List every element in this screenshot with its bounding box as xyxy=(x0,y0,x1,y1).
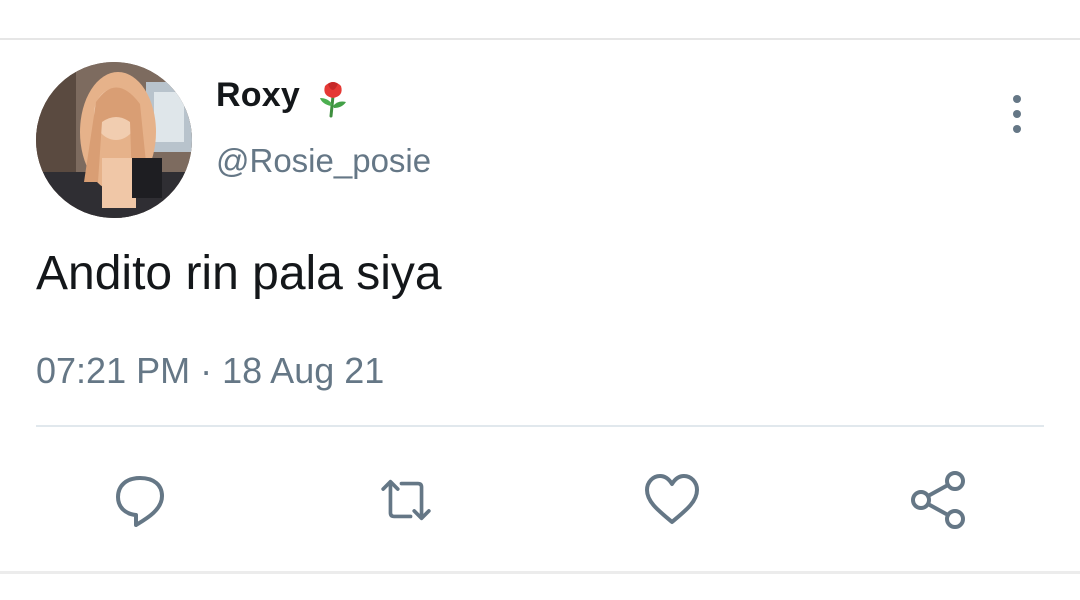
more-options-button[interactable] xyxy=(1000,92,1034,136)
rose-icon xyxy=(316,78,350,118)
top-divider xyxy=(0,38,1080,40)
reply-button[interactable] xyxy=(108,468,172,532)
avatar-photo xyxy=(36,62,192,218)
retweet-button[interactable] xyxy=(374,468,438,532)
share-icon xyxy=(911,471,965,529)
actions-divider xyxy=(36,425,1044,427)
tweet-text: Andito rin pala siya xyxy=(36,247,442,300)
like-button[interactable] xyxy=(640,468,704,532)
heart-icon xyxy=(645,474,699,524)
more-vertical-icon xyxy=(1013,95,1021,133)
reply-icon xyxy=(116,476,164,527)
tweet-timestamp: 07:21 PM · 18 Aug 21 xyxy=(36,350,384,392)
tweet-time: 07:21 PM xyxy=(36,350,191,391)
author-handle[interactable]: @Rosie_posie xyxy=(216,142,431,180)
avatar[interactable] xyxy=(36,62,192,218)
meta-separator: · xyxy=(200,350,213,391)
share-button[interactable] xyxy=(906,468,970,532)
author-name[interactable]: Roxy xyxy=(216,76,300,115)
tweet-date: 18 Aug 21 xyxy=(222,350,385,391)
bottom-divider xyxy=(0,571,1080,574)
retweet-icon xyxy=(381,479,431,521)
